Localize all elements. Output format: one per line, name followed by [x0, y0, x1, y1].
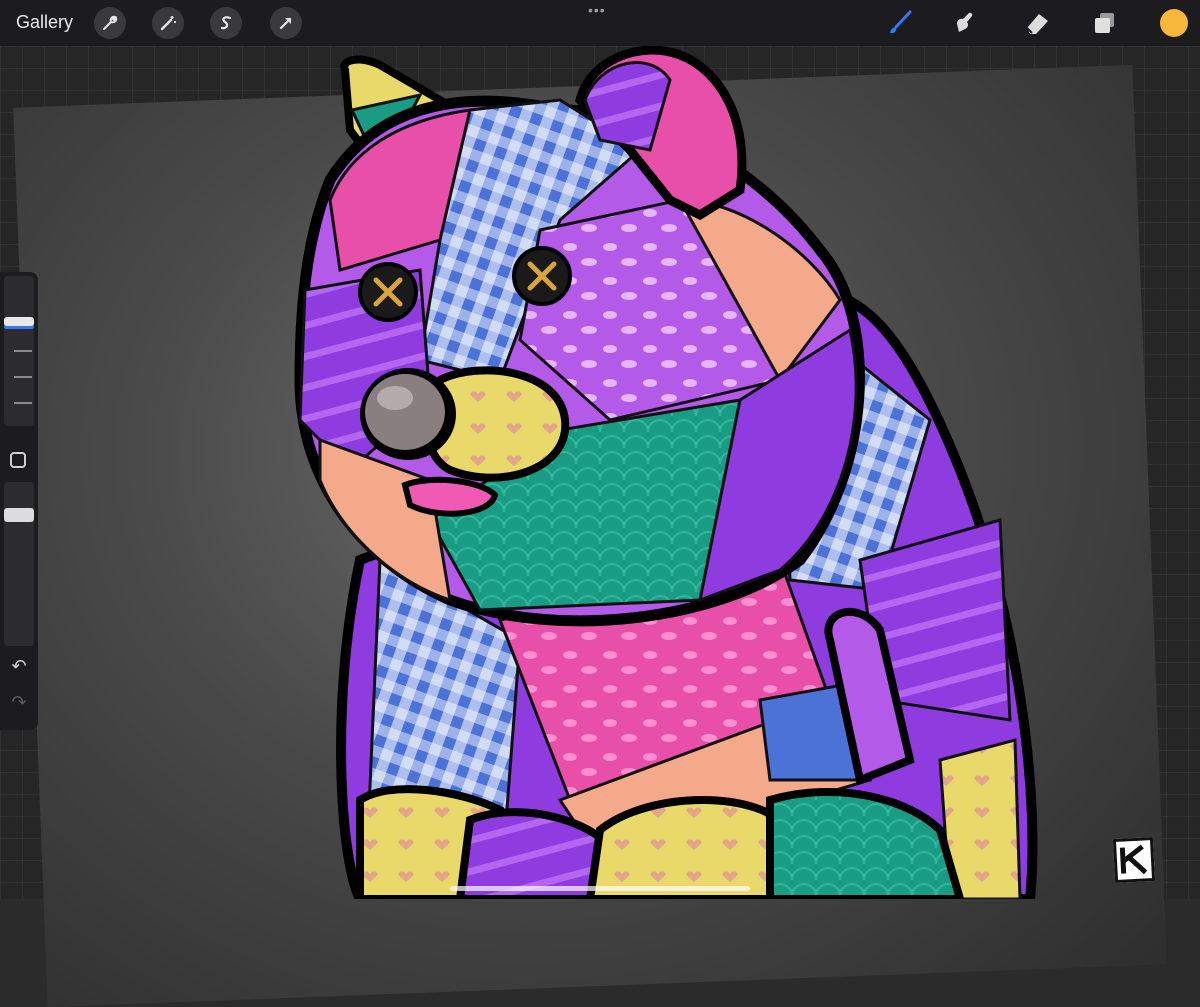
- slider-tick: [14, 402, 32, 404]
- opacity-slider[interactable]: [4, 482, 34, 646]
- redo-icon[interactable]: ↷: [8, 692, 30, 714]
- wrench-icon[interactable]: [94, 7, 126, 39]
- left-sidebar: ↶ ↷: [0, 272, 38, 730]
- magic-wand-icon[interactable]: [152, 7, 184, 39]
- slider-tick: [14, 376, 32, 378]
- ellipsis-icon[interactable]: •••: [588, 2, 606, 18]
- top-toolbar: Gallery •••: [0, 0, 1200, 46]
- smudge-icon[interactable]: [950, 8, 980, 38]
- opacity-handle[interactable]: [4, 508, 34, 522]
- eraser-icon[interactable]: [1022, 8, 1052, 38]
- brush-size-handle[interactable]: [4, 317, 34, 329]
- modify-button[interactable]: [10, 452, 26, 468]
- home-indicator[interactable]: [450, 886, 750, 891]
- signature-logo: [1112, 836, 1156, 884]
- brush-size-slider[interactable]: [4, 276, 34, 426]
- brush-icon[interactable]: [884, 8, 914, 38]
- layers-icon[interactable]: [1090, 8, 1120, 38]
- selection-icon[interactable]: [210, 7, 242, 39]
- gallery-button[interactable]: Gallery: [16, 12, 73, 33]
- color-picker-swatch[interactable]: [1160, 9, 1188, 37]
- transform-arrow-icon[interactable]: [270, 7, 302, 39]
- undo-icon[interactable]: ↶: [8, 656, 30, 678]
- slider-tick: [14, 350, 32, 352]
- teddy-artwork: [294, 45, 1038, 899]
